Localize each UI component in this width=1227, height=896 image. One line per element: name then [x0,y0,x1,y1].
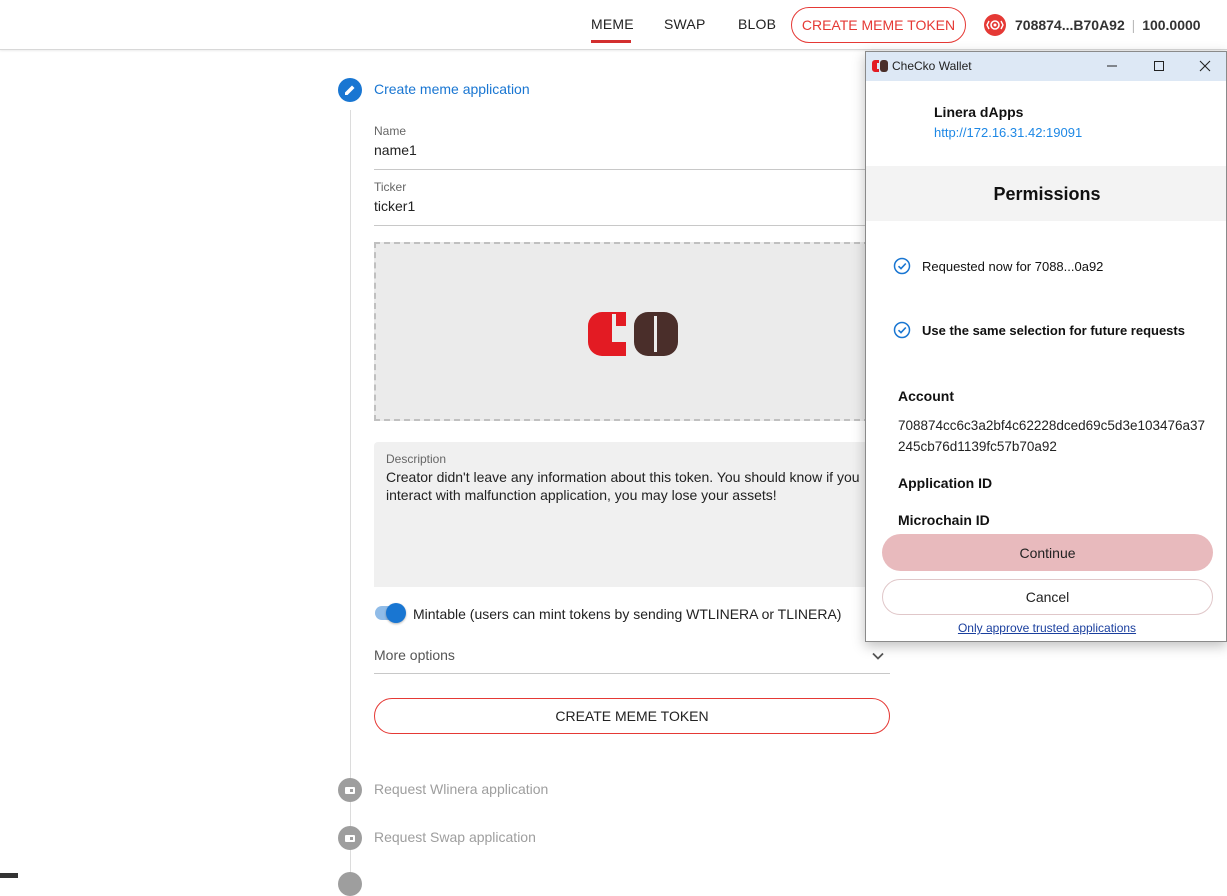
checko-logo-icon [588,312,678,356]
stepper-line [350,110,351,878]
step-request-swap-application[interactable]: Request Swap application [374,829,536,845]
nav-tab-swap[interactable]: SWAP [664,16,706,32]
ticker-field-label: Ticker [374,180,407,194]
account-balance-display[interactable]: 708874...B70A92 | 100.0000 [1015,17,1201,33]
check-circle-icon[interactable] [893,257,911,275]
more-options-divider [374,673,890,674]
account-label: Account [898,388,954,404]
edit-icon [338,78,362,102]
name-field-label: Name [374,124,407,138]
folder-icon [338,826,362,850]
create-meme-token-nav-button[interactable]: CREATE MEME TOKEN [791,7,966,43]
linera-logo-icon [984,14,1006,36]
active-tab-indicator [591,40,631,43]
close-icon[interactable] [1196,57,1214,75]
folder-icon [338,778,362,802]
description-text: Creator didn't leave any information abo… [386,469,860,503]
mintable-toggle-thumb[interactable] [386,603,406,623]
trusted-applications-link[interactable]: Only approve trusted applications [866,621,1226,635]
dapp-url-link[interactable]: http://172.16.31.42:19091 [934,125,1082,140]
requested-now-text: Requested now for 7088...0a92 [922,259,1104,274]
step-create-meme-application[interactable]: Create meme application [374,81,530,97]
description-label: Description [386,452,447,466]
wallet-window-title: CheCko Wallet [892,59,972,73]
microchain-id-label: Microchain ID [898,512,990,528]
checko-wallet-window: CheCko Wallet Linera dApps http://172.16… [865,51,1227,642]
token-logo-upload[interactable] [374,242,890,421]
cancel-button[interactable]: Cancel [882,579,1213,615]
top-navigation-bar: MEME SWAP BLOB CREATE MEME TOKEN 708874.… [0,0,1227,50]
checko-logo-icon [872,60,888,72]
corner-marker [0,873,18,878]
same-selection-text: Use the same selection for future reques… [922,323,1185,338]
application-id-label: Application ID [898,475,993,491]
minimize-icon[interactable] [1103,57,1121,75]
account-value: 708874cc6c3a2bf4c62228dced69c5d3e103476a… [898,418,1206,454]
name-field-underline [374,169,890,170]
nav-tab-blob[interactable]: BLOB [738,16,776,32]
account-address: 708874...B70A92 [1015,17,1125,33]
description-field[interactable]: Description Creator didn't leave any inf… [374,442,890,587]
dapp-name: Linera dApps [934,104,1024,120]
name-field[interactable]: name1 [374,142,417,158]
wallet-titlebar[interactable]: CheCko Wallet [866,52,1226,81]
ticker-field-underline [374,225,890,226]
step-request-wlinera-application[interactable]: Request Wlinera application [374,781,548,797]
nav-tab-meme[interactable]: MEME [591,16,634,32]
account-balance: 100.0000 [1142,17,1201,33]
check-circle-icon[interactable] [893,321,911,339]
separator: | [1131,17,1136,33]
create-meme-token-button[interactable]: CREATE MEME TOKEN [374,698,890,734]
more-options-expander[interactable]: More options [374,647,455,663]
chevron-down-icon[interactable] [870,648,886,664]
next-step-icon [338,872,362,896]
continue-button[interactable]: Continue [882,534,1213,571]
ticker-field[interactable]: ticker1 [374,198,415,214]
permissions-title: Permissions [993,184,1101,204]
maximize-icon[interactable] [1150,57,1168,75]
mintable-label: Mintable (users can mint tokens by sendi… [413,606,842,622]
